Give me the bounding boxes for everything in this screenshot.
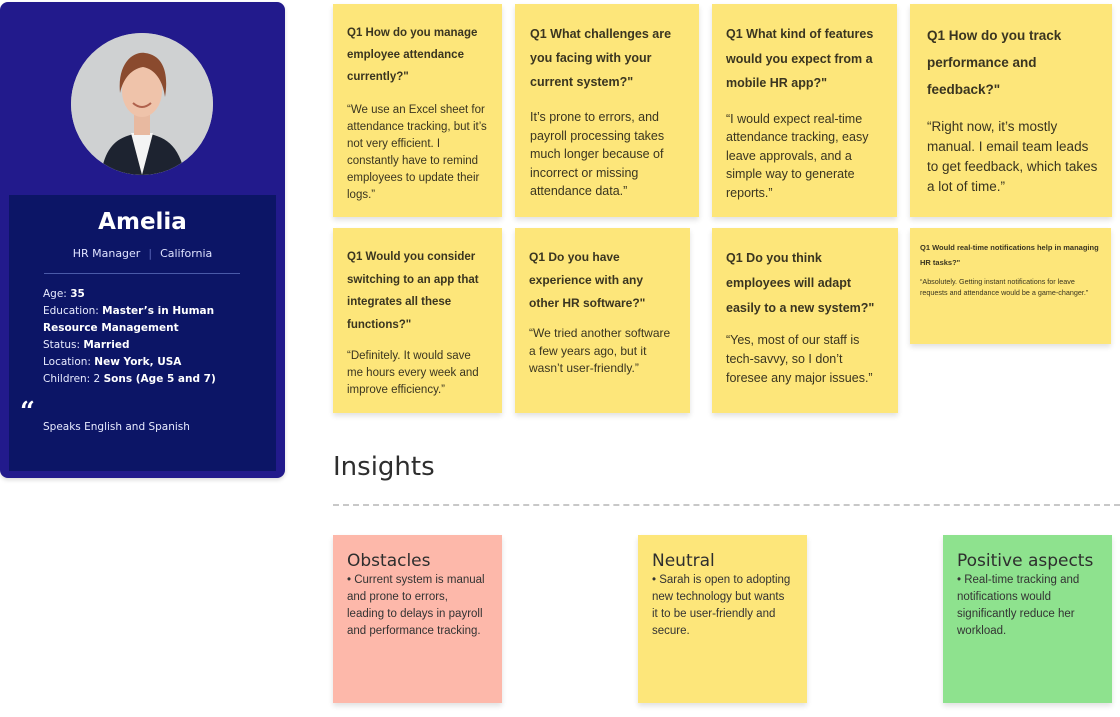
insights-heading: Insights <box>333 452 435 482</box>
persona-photo <box>71 33 213 175</box>
insight-body: • Sarah is open to adopting new technolo… <box>652 574 791 637</box>
question-number: Q1 <box>530 27 547 41</box>
detail-value: New York, USA <box>94 356 182 368</box>
detail-status: Status: Married <box>43 337 258 354</box>
avatar <box>71 33 213 175</box>
question-text: How do you manage employee attendance cu… <box>347 27 478 83</box>
note-answer: “We use an Excel sheet for attendance tr… <box>347 104 487 201</box>
sticky-note[interactable]: Q1 How do you manage employee attendance… <box>333 4 502 217</box>
question-text: Do you have experience with any other HR… <box>529 250 646 310</box>
note-answer: It’s prone to errors, and payroll proces… <box>530 110 665 198</box>
detail-value: Sons (Age 5 and 7) <box>103 373 216 385</box>
question-text: Would you consider switching to an app t… <box>347 251 479 331</box>
detail-label: Location: <box>43 356 95 368</box>
insight-neutral[interactable]: Neutral • Sarah is open to adopting new … <box>638 535 807 703</box>
sticky-note[interactable]: Q1 What kind of features would you expec… <box>712 4 897 217</box>
note-answer: “Definitely. It would save me hours ever… <box>347 350 479 396</box>
question-number: Q1 <box>726 251 743 265</box>
question-text: What kind of features would you expect f… <box>726 27 874 90</box>
question-text: Would real-time notifications help in ma… <box>920 243 1099 267</box>
note-answer: “I would expect real-time attendance tra… <box>726 111 869 200</box>
question-text: Do you think employees will adapt easily… <box>726 251 875 315</box>
insight-title: Positive aspects <box>957 551 1094 571</box>
note-question: Q1 Do you think employees will adapt eas… <box>726 246 884 321</box>
persona-role: HR Manager <box>72 247 141 260</box>
question-number: Q1 <box>927 28 946 43</box>
detail-children: Children: 2 Sons (Age 5 and 7) <box>43 371 258 388</box>
note-answer: “Absolutely. Getting instant notificatio… <box>920 277 1089 297</box>
detail-label: Age: <box>43 288 71 300</box>
detail-education: Education: Master’s in Human Resource Ma… <box>43 303 258 337</box>
detail-value: Married <box>83 339 130 351</box>
note-question: Q1 How do you track performance and feed… <box>927 22 1098 103</box>
separator: | <box>148 247 153 260</box>
persona-region: California <box>160 247 213 260</box>
sticky-note[interactable]: Q1 Do you think employees will adapt eas… <box>712 228 898 413</box>
note-question: Q1 Would real-time notifications help in… <box>920 240 1101 270</box>
note-question: Q1 Would you consider switching to an ap… <box>347 246 488 336</box>
note-answer: “Yes, most of our staff is tech-savvy, s… <box>726 333 873 385</box>
persona-details: Age: 35 Education: Master’s in Human Res… <box>43 286 258 388</box>
insight-positive[interactable]: Positive aspects • Real-time tracking an… <box>943 535 1112 703</box>
question-number: Q1 <box>726 27 743 41</box>
sticky-note[interactable]: Q1 Would you consider switching to an ap… <box>333 228 502 413</box>
detail-age: Age: 35 <box>43 286 258 303</box>
insight-obstacles[interactable]: Obstacles • Current system is manual and… <box>333 535 502 703</box>
note-question: Q1 What challenges are you facing with y… <box>530 22 685 94</box>
note-question: Q1 How do you manage employee attendance… <box>347 22 488 88</box>
question-number: Q1 <box>347 251 363 263</box>
quote-icon: “ <box>20 397 35 427</box>
note-question: Q1 What kind of features would you expec… <box>726 22 883 96</box>
question-text: What challenges are you facing with your… <box>530 27 672 89</box>
persona-name: Amelia <box>98 209 187 235</box>
insights-divider <box>333 504 1120 506</box>
detail-label: Children: 2 <box>43 373 104 385</box>
insight-title: Neutral <box>652 551 715 571</box>
note-answer: “We tried another software a few years a… <box>529 326 671 375</box>
insight-body: • Current system is manual and prone to … <box>347 574 485 637</box>
insight-title: Obstacles <box>347 551 431 571</box>
note-answer: “Right now, it’s mostly manual. I email … <box>927 119 1098 194</box>
detail-value: 35 <box>70 288 85 300</box>
question-number: Q1 <box>529 250 546 264</box>
sticky-note[interactable]: Q1 Would real-time notifications help in… <box>910 228 1111 344</box>
sticky-note[interactable]: Q1 How do you track performance and feed… <box>910 4 1112 217</box>
persona-details-panel: Amelia HR Manager | California Age: 35 Edu… <box>9 195 276 471</box>
question-number: Q1 <box>920 243 931 252</box>
persona-role-line: HR Manager | California <box>9 247 276 260</box>
detail-location: Location: New York, USA <box>43 354 258 371</box>
sticky-note[interactable]: Q1 Do you have experience with any other… <box>515 228 690 413</box>
note-question: Q1 Do you have experience with any other… <box>529 246 676 315</box>
persona-quote: Speaks English and Spanish <box>43 421 190 433</box>
insight-body: • Real-time tracking and notifications w… <box>957 574 1080 637</box>
question-text: How do you track performance and feedbac… <box>927 28 1062 97</box>
question-number: Q1 <box>347 27 363 39</box>
divider <box>44 273 240 274</box>
detail-label: Education: <box>43 305 103 317</box>
detail-label: Status: <box>43 339 84 351</box>
persona-card: Amelia HR Manager | California Age: 35 Edu… <box>0 2 285 478</box>
sticky-note[interactable]: Q1 What challenges are you facing with y… <box>515 4 699 217</box>
